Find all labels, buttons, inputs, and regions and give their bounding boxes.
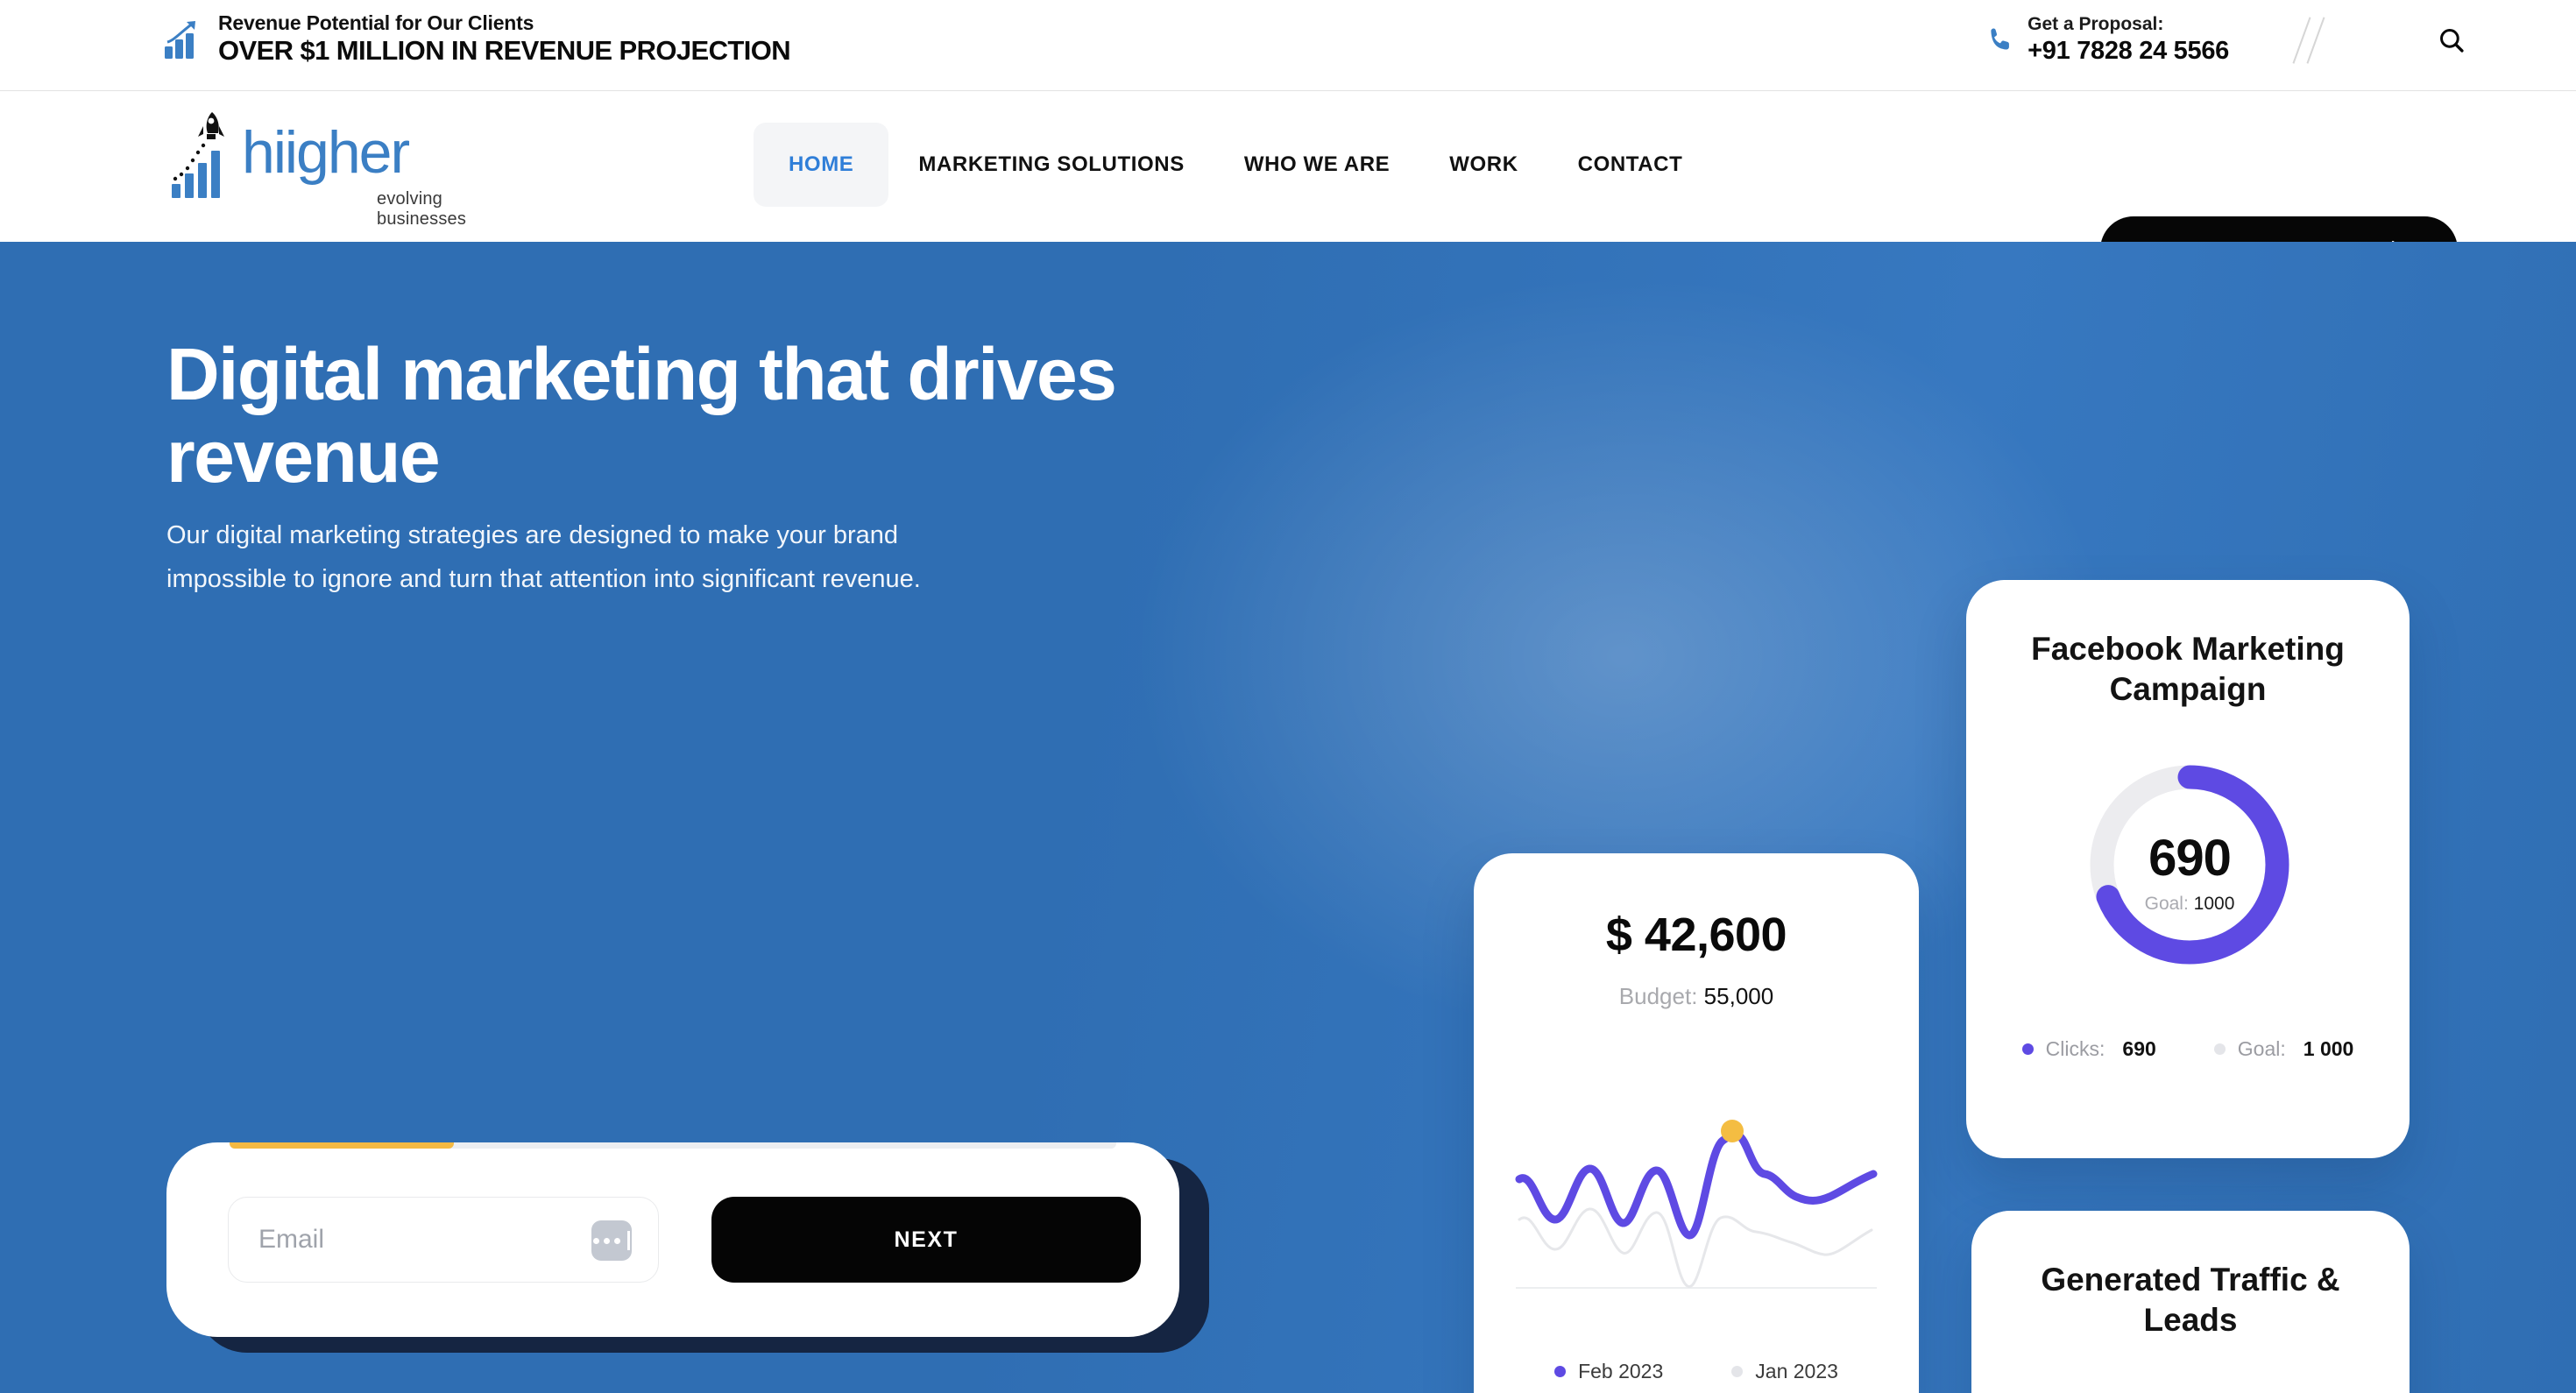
clicks-goal-text: Goal: 1000: [2080, 894, 2299, 915]
legend-item-clicks: Clicks: 690: [2021, 1037, 2156, 1061]
email-placeholder: Email: [258, 1225, 325, 1254]
clicks-goal-label: Goal:: [2144, 894, 2189, 914]
legend-value-goal: 1 000: [2303, 1037, 2354, 1060]
facebook-campaign-card: Facebook Marketing Campaign 690 Goal: 10…: [1966, 580, 2410, 1158]
legend-dot-clicks: [2021, 1043, 2034, 1055]
generated-traffic-card: Generated Traffic & Leads: [1971, 1211, 2410, 1393]
logo-tagline: evolving businesses: [377, 189, 467, 229]
typing-dots-icon: [591, 1220, 632, 1261]
form-progress-track: [230, 1142, 1116, 1149]
hero-title: Digital marketing that drives revenue: [166, 333, 1117, 499]
revenue-chart-legend: Feb 2023 Jan 2023: [1474, 1360, 1919, 1383]
lead-capture-form: Email NEXT: [166, 1142, 1209, 1353]
budget-subtext: Budget: 55,000: [1474, 983, 1919, 1010]
form-progress-fill: [230, 1142, 454, 1149]
budget-card: $ 42,600 Budget: 55,000 Feb 2023 Jan 202…: [1474, 853, 1919, 1393]
clicks-value: 690: [2148, 830, 2232, 887]
legend-value-clicks: 690: [2122, 1037, 2156, 1060]
contact-block: Get a Proposal: +91 7828 24 5566: [1985, 14, 2471, 67]
promo-block: Revenue Potential for Our Clients OVER $…: [162, 11, 791, 66]
legend-label-feb: Feb 2023: [1578, 1360, 1664, 1382]
legend-item-feb: Feb 2023: [1554, 1360, 1663, 1383]
budget-amount: $ 42,600: [1605, 909, 1787, 961]
legend-label-jan: Jan 2023: [1755, 1360, 1838, 1382]
clicks-donut-chart: 690 Goal: 1000: [2080, 755, 2299, 974]
legend-dot-feb: [1554, 1366, 1567, 1377]
logo-wordmark: hiigher: [242, 119, 410, 186]
email-input[interactable]: Email: [228, 1197, 659, 1283]
phone-icon: [1985, 25, 2015, 55]
promo-headline: OVER $1 MILLION IN REVENUE PROJECTION: [218, 34, 791, 66]
revenue-line-chart: [1509, 1116, 1884, 1318]
legend-label-clicks: Clicks:: [2045, 1037, 2105, 1060]
legend-item-goal: Goal: 1 000: [2213, 1037, 2354, 1061]
site-logo[interactable]: hiigher evolving businesses: [166, 103, 534, 229]
top-announcement-bar: Revenue Potential for Our Clients OVER $…: [0, 0, 2576, 91]
facebook-card-title: Facebook Marketing Campaign: [2031, 631, 2345, 708]
facebook-chart-legend: Clicks: 690 Goal: 1 000: [1966, 1037, 2410, 1061]
legend-dot-jan: [1731, 1366, 1744, 1377]
legend-label-goal: Goal:: [2237, 1037, 2286, 1060]
nav-links: HOME MARKETING SOLUTIONS WHO WE ARE WORK…: [754, 123, 1712, 207]
search-icon[interactable]: [2432, 21, 2471, 60]
main-navigation: hiigher evolving businesses HOME MARKETI…: [0, 91, 2576, 283]
traffic-card-title: Generated Traffic & Leads: [2041, 1262, 2340, 1339]
budget-label: Budget:: [1618, 983, 1698, 1009]
nav-item-work[interactable]: WORK: [1419, 123, 1547, 207]
nav-item-home[interactable]: HOME: [754, 123, 889, 207]
nav-item-contact[interactable]: CONTACT: [1548, 123, 1713, 207]
next-button-label: NEXT: [894, 1227, 959, 1252]
proposal-label: Get a Proposal:: [2028, 14, 2164, 35]
form-card: Email NEXT: [166, 1142, 1179, 1337]
hero-subtitle: Our digital marketing strategies are des…: [166, 521, 921, 594]
clicks-goal-value: 1000: [2193, 894, 2235, 914]
nav-item-who-we-are[interactable]: WHO WE ARE: [1214, 123, 1419, 207]
legend-item-jan: Jan 2023: [1731, 1360, 1838, 1383]
next-button[interactable]: NEXT: [711, 1197, 1141, 1283]
hero-section: Digital marketing that drives revenue Ou…: [0, 242, 2576, 1393]
promo-subtitle: Revenue Potential for Our Clients: [218, 11, 534, 34]
phone-number[interactable]: +91 7828 24 5566: [2028, 37, 2229, 66]
rocket-bar-chart-icon: [166, 107, 245, 212]
budget-value: 55,000: [1703, 983, 1774, 1009]
nav-item-marketing-solutions[interactable]: MARKETING SOLUTIONS: [888, 123, 1214, 207]
bar-chart-growth-icon: [162, 18, 204, 61]
divider: [2280, 14, 2403, 67]
legend-dot-goal: [2213, 1043, 2226, 1055]
